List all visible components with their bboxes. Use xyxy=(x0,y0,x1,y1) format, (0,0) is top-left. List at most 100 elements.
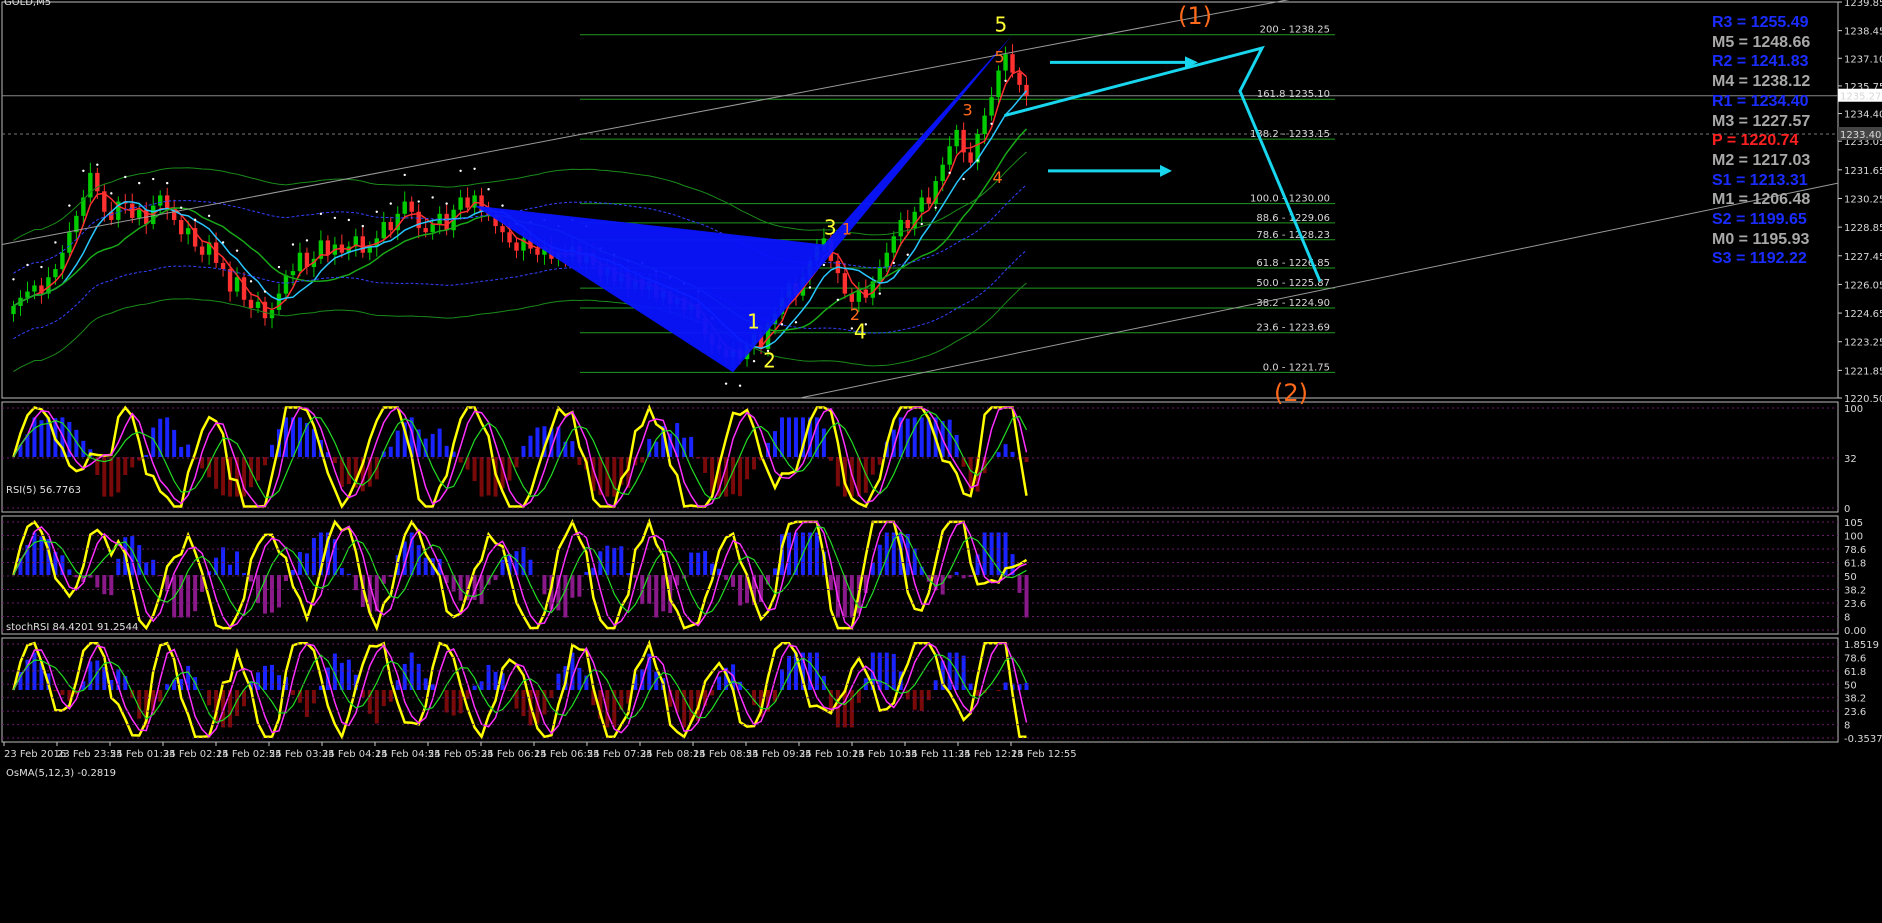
rsi-histogram-bar xyxy=(521,446,525,457)
rsi-level-label: 0 xyxy=(1844,504,1850,515)
candle-body xyxy=(60,253,64,269)
rsi-histogram-bar xyxy=(745,457,749,479)
rsi-histogram-bar xyxy=(123,457,127,475)
stoch-histogram-bar xyxy=(738,575,742,605)
wave-label-orange: 3 xyxy=(963,101,973,120)
rsi-histogram-bar xyxy=(535,427,539,457)
candle-body xyxy=(361,236,365,252)
stoch-histogram-bar xyxy=(95,575,99,588)
stoch-histogram-bar xyxy=(116,559,120,575)
rsi-histogram-bar xyxy=(165,417,169,457)
stoch-level-label: 61.8 xyxy=(1844,559,1866,570)
price-tick-label: 1224.65 xyxy=(1844,309,1882,320)
stoch-histogram-bar xyxy=(186,575,190,617)
osma-histogram-bar xyxy=(556,674,560,690)
rsi-histogram-bar xyxy=(102,457,106,497)
rsi-histogram-bar xyxy=(389,447,393,457)
sar-dot xyxy=(82,170,84,172)
osma-histogram-bar xyxy=(277,675,281,690)
chart-area[interactable]: 1239.851238.451237.101235.751234.401233.… xyxy=(0,0,1882,918)
rsi-histogram-bar xyxy=(487,457,491,495)
candle-body xyxy=(242,277,246,300)
rsi-histogram-bar xyxy=(689,437,693,457)
candle-body xyxy=(947,146,951,164)
rsi-label: RSI(5) 56.7763 xyxy=(6,485,81,496)
candle-body xyxy=(25,292,29,298)
sar-dot xyxy=(417,200,419,202)
sar-dot xyxy=(445,202,447,204)
stoch-level-label: 38.2 xyxy=(1844,586,1866,597)
osma-level-label: 61.8 xyxy=(1844,667,1866,678)
candle-body xyxy=(326,240,330,254)
stoch-histogram-bar xyxy=(941,575,945,595)
sar-dot xyxy=(907,254,909,256)
sar-dot xyxy=(96,163,98,165)
rsi-histogram-bar xyxy=(256,457,260,481)
rsi-histogram-bar xyxy=(780,417,784,457)
wave-label-orange: 4 xyxy=(993,168,1003,187)
osma-label: OsMA(5,12,3) -0.2819 xyxy=(6,768,116,779)
price-chart-svg[interactable]: 1239.851238.451237.101235.751234.401233.… xyxy=(0,0,1882,918)
candle-body xyxy=(892,236,896,252)
sar-dot xyxy=(250,280,252,282)
stoch-histogram-bar xyxy=(773,568,777,575)
stoch-histogram-bar xyxy=(605,546,609,575)
osma-histogram-bar xyxy=(976,690,980,696)
time-axis-label: 24 Feb 12:55 xyxy=(1011,749,1077,760)
rsi-histogram-bar xyxy=(214,457,218,489)
candle-body xyxy=(298,253,302,271)
symbol-label: GOLD,M5 xyxy=(4,0,51,8)
price-tick-label: 1239.85 xyxy=(1844,0,1882,9)
rsi-histogram-bar xyxy=(144,455,148,457)
sar-dot xyxy=(921,223,923,225)
candle-body xyxy=(32,285,36,291)
sar-dot xyxy=(795,321,797,323)
stoch-histogram-bar xyxy=(39,536,43,575)
price-tick-label: 1221.85 xyxy=(1844,366,1882,377)
candle-body xyxy=(968,152,972,162)
osma-histogram-bar xyxy=(389,690,393,702)
osma-histogram-bar xyxy=(452,690,456,716)
rsi-histogram-bar xyxy=(438,429,442,457)
candle-body xyxy=(277,294,281,310)
candle-body xyxy=(1024,85,1028,96)
stoch-level-label: 100 xyxy=(1844,532,1863,543)
osma-histogram-bar xyxy=(997,690,1001,691)
rsi-histogram-bar xyxy=(116,457,120,493)
stoch-histogram-bar xyxy=(221,547,225,575)
osma-histogram-bar xyxy=(927,690,931,700)
stoch-histogram-bar xyxy=(689,553,693,575)
rsi-histogram-bar xyxy=(654,442,658,457)
sar-dot xyxy=(781,323,783,325)
stoch-histogram-bar xyxy=(661,575,665,611)
stoch-histogram-bar xyxy=(983,533,987,575)
wave-label-orange: 5 xyxy=(995,47,1005,66)
pointer-arrow-mid-head xyxy=(1160,165,1172,177)
channel-upper-line xyxy=(2,0,1400,245)
candle-body xyxy=(423,228,427,232)
osma-histogram-bar xyxy=(843,690,847,727)
stoch-histogram-bar xyxy=(270,575,274,613)
stoch-histogram-bar xyxy=(235,551,239,575)
rsi-histogram-bar xyxy=(570,441,574,457)
osma-histogram-bar xyxy=(494,672,498,690)
sar-dot xyxy=(753,360,755,362)
pivot-level-label: M3 = 1227.57 xyxy=(1712,112,1810,132)
rsi-histogram-bar xyxy=(703,457,707,473)
sar-dot xyxy=(725,382,727,384)
projection-arrow-path xyxy=(1005,48,1320,281)
candle-body xyxy=(514,242,518,250)
rsi-histogram-bar xyxy=(997,452,1001,457)
sar-dot xyxy=(404,174,406,176)
candle-body xyxy=(53,269,57,277)
rsi-histogram-bar xyxy=(172,430,176,457)
sar-dot xyxy=(1004,80,1006,82)
fib-level-label: 138.2 - 1233.15 xyxy=(1250,129,1330,140)
stoch-histogram-bar xyxy=(137,545,141,575)
stoch-histogram-bar xyxy=(612,548,616,575)
sar-dot xyxy=(264,290,266,292)
rsi-histogram-bar xyxy=(179,447,183,457)
stoch-histogram-bar xyxy=(619,546,623,575)
stoch-histogram-bar xyxy=(577,575,581,597)
wave-label-orange: 2 xyxy=(850,305,860,324)
